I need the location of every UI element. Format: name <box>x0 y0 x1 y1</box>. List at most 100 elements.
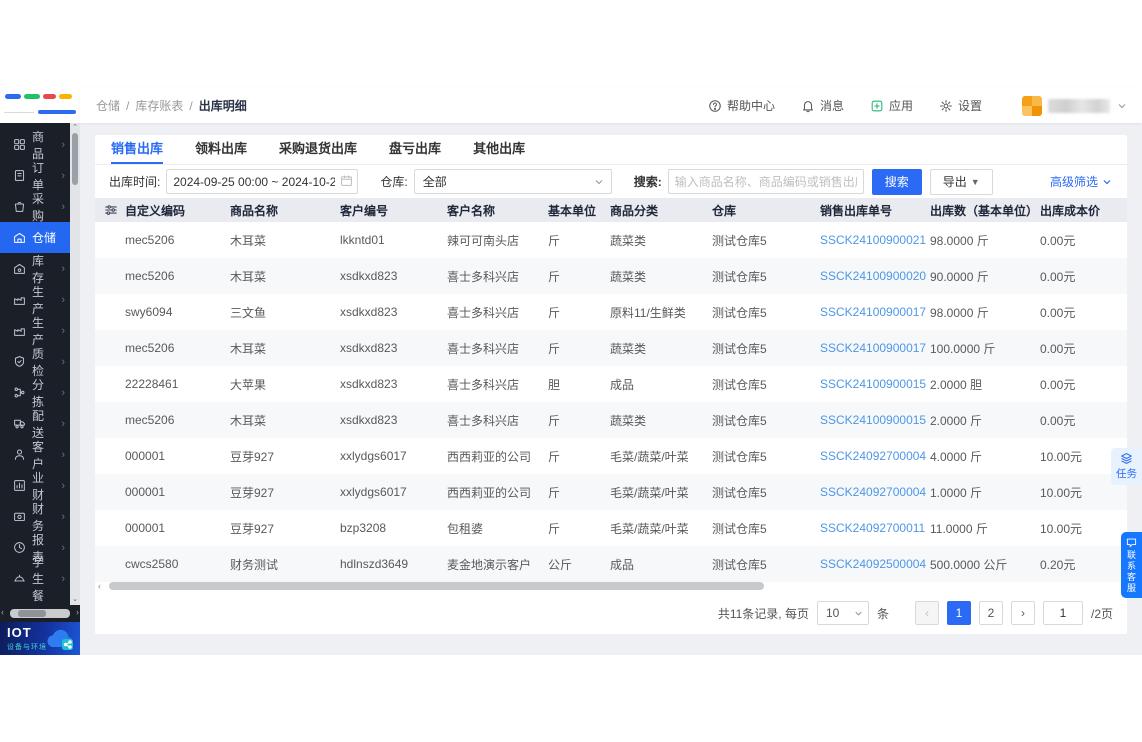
sidebar-item-12[interactable]: 财务 › <box>0 501 70 533</box>
date-range-input[interactable] <box>166 169 359 194</box>
export-button[interactable]: 导出 ▼ <box>929 168 993 195</box>
content-card: 销售出库 领料出库 采购退货出库 盘亏出库 其他出库 出库时间: 仓库: 全部 搜索: … <box>95 135 1127 634</box>
table-horizontal-scrollbar[interactable]: ‹ › <box>95 581 1127 592</box>
page-button-1[interactable]: 1 <box>946 601 971 625</box>
sidebar-item-3[interactable]: 仓储› <box>0 222 80 253</box>
tab-4[interactable]: 其他出库 <box>473 135 525 164</box>
sidebar-item-9[interactable]: 配送 › <box>0 408 70 440</box>
breadcrumb-item[interactable]: 仓储 <box>96 97 120 114</box>
date-range-wrap <box>166 169 359 194</box>
cell-cost: 0.00元 <box>1040 377 1076 392</box>
sidebar-horizontal-scrollbar[interactable]: ‹ › <box>0 605 80 622</box>
cell-cost: 0.00元 <box>1040 269 1076 284</box>
cell-customer_name: 喜士多科兴店 <box>447 269 520 284</box>
order-link[interactable]: SSCK24092500004 <box>820 557 926 571</box>
pagination-total: 共11条记录, 每页 <box>717 606 809 621</box>
help-icon <box>709 99 721 112</box>
tab-3[interactable]: 盘亏出库 <box>389 135 441 164</box>
logo-bar-green <box>24 94 40 99</box>
sidebar-vertical-scrollbar[interactable]: ⌃ ⌄ <box>70 123 80 605</box>
table-row[interactable]: 22228461 大苹果 xsdkxd823 喜士多科兴店 胆 成品 测试仓库5 SSCK24… <box>95 366 1127 402</box>
page-jump-input[interactable] <box>1042 601 1083 625</box>
cell-customer_name: 喜士多科兴店 <box>447 305 520 320</box>
search-button[interactable]: 搜索 <box>871 168 922 195</box>
production-icon <box>14 328 25 336</box>
caret-down-icon: ▼ <box>970 176 980 187</box>
cell-customer_name: 麦金地演示客户 <box>447 557 532 572</box>
table-row[interactable]: mec5206 木耳菜 lkkntd01 辣可可南头店 斤 蔬菜类 测试仓库5 SSCK241… <box>95 222 1127 258</box>
help-center-button[interactable]: 帮助中心 <box>708 97 775 114</box>
breadcrumb-item[interactable]: 库存账表 <box>135 97 183 114</box>
sidebar-item-4[interactable]: 库存 › <box>0 253 70 285</box>
next-page-button[interactable]: › <box>1010 601 1035 625</box>
sidebar-item-11[interactable]: 业财 › <box>0 470 70 502</box>
cell-cost: 10.00元 <box>1040 521 1083 536</box>
settings-button[interactable]: 设置 <box>939 97 982 114</box>
scroll-left-icon[interactable]: ‹ <box>1 607 4 617</box>
cell-qty: 500.0000 公斤 <box>930 557 1008 572</box>
prev-page-button[interactable]: ‹ <box>914 601 939 625</box>
table-row[interactable]: swy6094 三文鱼 xsdkxd823 喜士多科兴店 斤 原料11/生鲜类 测试仓库5 S… <box>95 294 1127 330</box>
table-row[interactable]: mec5206 木耳菜 xsdkxd823 喜士多科兴店 斤 蔬菜类 测试仓库5 SSCK24… <box>95 330 1127 366</box>
chevron-down-icon <box>1103 179 1111 184</box>
task-fab[interactable]: 任务 <box>1111 448 1142 485</box>
warehouse-select[interactable]: 全部 <box>413 169 612 194</box>
sidebar-item-6[interactable]: 生产 › <box>0 315 70 347</box>
apps-button[interactable]: 应用 <box>870 97 913 114</box>
order-link[interactable]: SSCK24100900015 <box>820 413 926 427</box>
table-row[interactable]: 000001 豆芽927 xxlydgs6017 西西莉亚的公司 斤 毛菜/蔬菜/叶菜 测试… <box>95 474 1127 510</box>
delivery-icon <box>14 419 25 429</box>
advanced-filter-link[interactable]: 高级筛选 <box>1050 173 1113 190</box>
user-menu[interactable] <box>1022 95 1128 116</box>
scroll-right-icon[interactable]: › <box>76 607 79 617</box>
report-icon <box>14 542 25 553</box>
sidebar-item-14[interactable]: 学生餐 › <box>0 555 70 603</box>
order-link[interactable]: SSCK24100900015 <box>820 377 926 391</box>
sidebar-item-10[interactable]: 客户 › <box>0 439 70 471</box>
tab-1[interactable]: 领料出库 <box>195 135 247 164</box>
sidebar: 商品›订单›采购›仓储›库存›生产›生产›质检›分拣›配送›客户›业财›财务›报… <box>0 123 80 622</box>
tab-2[interactable]: 采购退货出库 <box>279 135 357 164</box>
cell-customer_code: xsdkxd823 <box>340 341 398 355</box>
breadcrumb-item[interactable]: 出库明细 <box>199 97 247 114</box>
order-link[interactable]: SSCK24092700004 <box>820 485 926 499</box>
table-row[interactable]: 000001 豆芽927 xxlydgs6017 西西莉亚的公司 斤 毛菜/蔬菜/叶菜 测试… <box>95 438 1127 474</box>
sidebar-item-0[interactable]: 商品 › <box>0 129 70 161</box>
sidebar-item-1[interactable]: 订单 › <box>0 160 70 192</box>
table-row[interactable]: 000001 豆芽927 bzp3208 包租婆 斤 毛菜/蔬菜/叶菜 测试仓库5 SSCK2… <box>95 510 1127 546</box>
messages-button[interactable]: 消息 <box>801 97 844 114</box>
cell-base_unit: 斤 <box>548 233 561 248</box>
logo-bar-blue <box>5 94 21 99</box>
page-button-2[interactable]: 2 <box>978 601 1003 625</box>
iot-banner[interactable]: IOT 设备与环境 <box>0 622 80 655</box>
cell-customer_name: 西西莉亚的公司 <box>447 449 532 464</box>
order-link[interactable]: SSCK24100900017 <box>820 341 926 355</box>
table-row[interactable]: mec5206 木耳菜 xsdkxd823 喜士多科兴店 斤 蔬菜类 测试仓库5 SSCK24… <box>95 258 1127 294</box>
column-settings-button[interactable] <box>95 198 125 222</box>
order-link[interactable]: SSCK24100900017 <box>820 305 926 319</box>
customer-service-fab[interactable]: 联系客服 <box>1121 532 1142 598</box>
scroll-left-icon[interactable]: ‹ <box>98 581 101 591</box>
cell-order_no: SSCK24092500004 <box>820 546 930 582</box>
search-input[interactable] <box>667 169 864 194</box>
order-link[interactable]: SSCK24100900020 <box>820 269 926 283</box>
sidebar-item-2[interactable]: 采购 › <box>0 191 70 223</box>
cell-custom_code: mec5206 <box>125 233 175 247</box>
cell-qty: 100.0000 斤 <box>930 341 996 356</box>
table-row[interactable]: mec5206 木耳菜 xsdkxd823 喜士多科兴店 斤 蔬菜类 测试仓库5 SSCK24… <box>95 402 1127 438</box>
cell-product_name: 木耳菜 <box>230 341 267 356</box>
sidebar-item-5[interactable]: 生产 › <box>0 284 70 316</box>
page-size-select[interactable]: 10 <box>816 601 869 625</box>
order-link[interactable]: SSCK24092700011 <box>820 521 925 535</box>
scrollbar-thumb[interactable] <box>109 582 764 590</box>
chevron-right-icon: › <box>61 169 65 182</box>
sidebar-item-8[interactable]: 分拣 › <box>0 377 70 409</box>
order-link[interactable]: SSCK24100900021 <box>820 233 926 247</box>
sidebar-item-7[interactable]: 质检 › <box>0 346 70 378</box>
order-link[interactable]: SSCK24092700004 <box>820 449 926 463</box>
tab-0[interactable]: 销售出库 <box>111 135 164 164</box>
layers-icon <box>1121 453 1132 464</box>
cell-customer_name: 喜士多科兴店 <box>447 413 520 428</box>
app-window: 仓储/库存账表/出库明细 帮助中心消息应用设置 商品›订单›采购›仓储›库存›生… <box>0 88 1142 655</box>
table-row[interactable]: cwcs2580 财务测试 hdlnszd3649 麦金地演示客户 公斤 成品 测试仓库5 S… <box>95 546 1127 582</box>
